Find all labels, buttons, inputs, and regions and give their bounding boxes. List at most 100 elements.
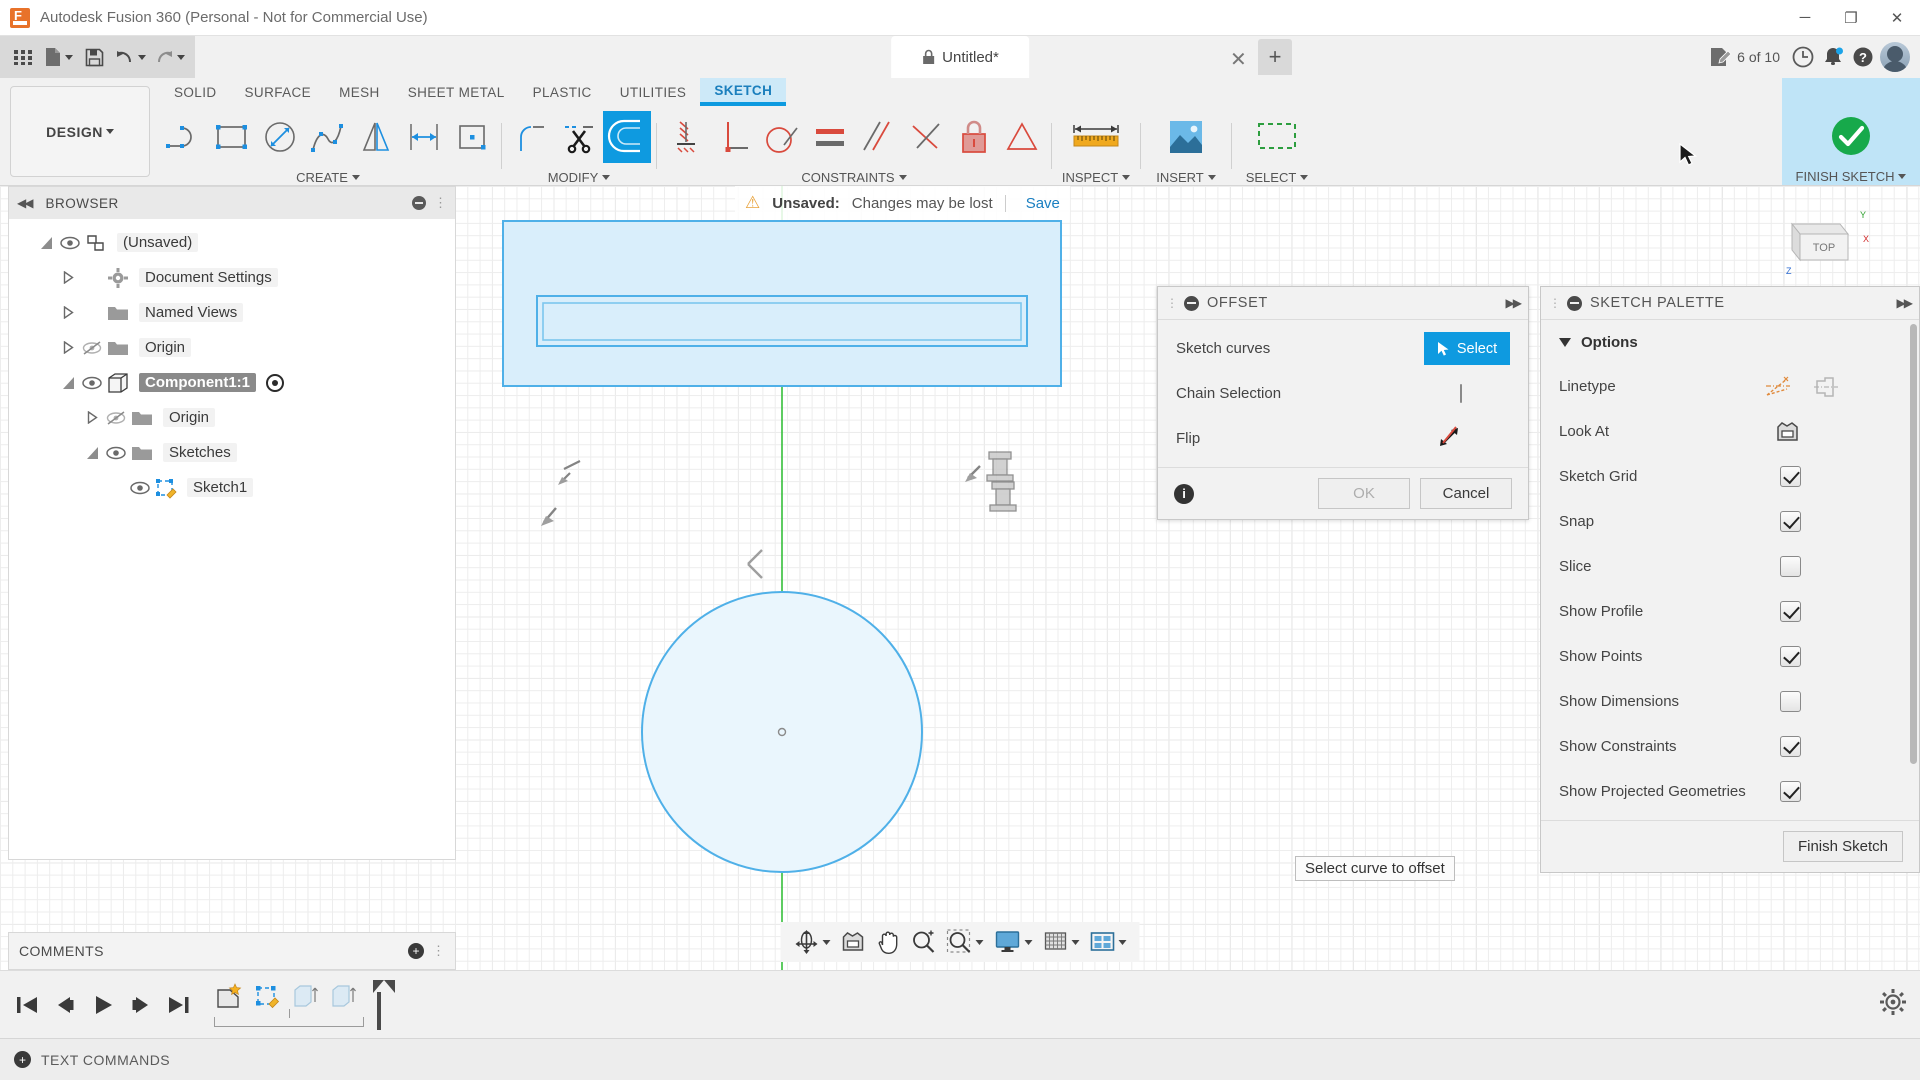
snap-checkbox[interactable]: [1780, 511, 1801, 532]
dimension-tool-button[interactable]: [400, 111, 448, 163]
construction-line-icon[interactable]: [1765, 375, 1791, 399]
timeline-feature-sketch[interactable]: [248, 977, 286, 1017]
file-menu-button[interactable]: [40, 40, 77, 74]
show-points-checkbox[interactable]: [1780, 646, 1801, 667]
expand-right-icon[interactable]: ▶▶: [1897, 296, 1911, 310]
tree-item-sketch1[interactable]: Sketch1: [9, 470, 455, 505]
tab-plastic[interactable]: PLASTIC: [519, 78, 606, 106]
expand-triangle-closed[interactable]: [57, 341, 79, 354]
tab-sketch[interactable]: SKETCH: [700, 78, 786, 106]
look-at-icon[interactable]: [1775, 420, 1801, 444]
flip-icon[interactable]: [1438, 424, 1464, 448]
visibility-icon[interactable]: [127, 481, 153, 495]
visibility-off-icon[interactable]: [79, 340, 105, 356]
orbit-button[interactable]: [789, 925, 836, 959]
undo-button[interactable]: [111, 40, 150, 74]
fix-constraint-button[interactable]: [950, 111, 998, 163]
expand-triangle-closed[interactable]: [81, 411, 103, 424]
redo-button[interactable]: [150, 40, 189, 74]
select-button[interactable]: Select: [1424, 332, 1510, 365]
save-link[interactable]: Save: [1005, 195, 1060, 212]
avatar[interactable]: [1880, 42, 1910, 72]
grid-snap-button[interactable]: [1038, 925, 1085, 959]
insert-tool-button[interactable]: [1146, 111, 1226, 163]
select-tool-button[interactable]: [1237, 111, 1317, 163]
step-back-button[interactable]: [46, 985, 84, 1025]
offset-tool-button[interactable]: [603, 111, 651, 163]
mirror-tool-button[interactable]: [352, 111, 400, 163]
step-forward-button[interactable]: [122, 985, 160, 1025]
save-button[interactable]: [77, 40, 111, 74]
tree-item-named-views[interactable]: Named Views: [9, 295, 455, 330]
expand-triangle-closed[interactable]: [57, 271, 79, 284]
go-to-end-button[interactable]: [160, 985, 198, 1025]
tab-sheet-metal[interactable]: SHEET METAL: [394, 78, 519, 106]
visibility-off-icon[interactable]: [103, 410, 129, 426]
show-profile-checkbox[interactable]: [1780, 601, 1801, 622]
add-comment-button[interactable]: +: [408, 943, 424, 959]
tab-utilities[interactable]: UTILITIES: [606, 78, 701, 106]
equal-constraint-button[interactable]: [806, 111, 854, 163]
comments-panel[interactable]: COMMENTS + ⋮: [8, 932, 456, 970]
circle-tool-button[interactable]: [256, 111, 304, 163]
tree-item-origin-component[interactable]: Origin: [9, 400, 455, 435]
create-menu-label[interactable]: CREATE: [160, 168, 496, 186]
tree-item-sketches[interactable]: Sketches: [9, 435, 455, 470]
spline-tool-button[interactable]: [304, 111, 352, 163]
look-at-button[interactable]: [836, 925, 872, 959]
expand-right-icon[interactable]: ▶▶: [1506, 296, 1520, 310]
visibility-icon[interactable]: [79, 376, 105, 390]
expand-triangle-closed[interactable]: [57, 306, 79, 319]
minimize-button[interactable]: ─: [1782, 0, 1828, 36]
finish-sketch-label[interactable]: FINISH SKETCH: [1782, 167, 1920, 185]
slice-checkbox[interactable]: [1780, 556, 1801, 577]
close-button[interactable]: ✕: [1874, 0, 1920, 36]
document-tab[interactable]: Untitled*: [891, 36, 1029, 78]
options-section-header[interactable]: Options: [1541, 320, 1919, 364]
expand-triangle-open[interactable]: [81, 447, 103, 459]
rectangular-pattern-button[interactable]: [448, 111, 496, 163]
show-data-panel-button[interactable]: [6, 40, 40, 74]
show-constraints-checkbox[interactable]: [1780, 736, 1801, 757]
insert-menu-label[interactable]: INSERT: [1146, 168, 1226, 186]
timeline-settings-button[interactable]: [1880, 989, 1906, 1020]
palette-grip[interactable]: ⋮: [1549, 296, 1561, 310]
minimize-panel-icon[interactable]: [412, 196, 426, 210]
cancel-button[interactable]: Cancel: [1420, 478, 1512, 509]
timeline-feature-extrude-1[interactable]: [286, 977, 324, 1017]
display-settings-button[interactable]: [989, 925, 1038, 959]
inspect-menu-label[interactable]: INSPECT: [1057, 168, 1135, 186]
pan-button[interactable]: [872, 925, 906, 959]
parallel-constraint-button[interactable]: [854, 111, 902, 163]
expand-triangle-open[interactable]: [57, 377, 79, 389]
tab-mesh[interactable]: MESH: [325, 78, 394, 106]
midpoint-constraint-button[interactable]: [902, 111, 950, 163]
finish-sketch-palette-button[interactable]: Finish Sketch: [1783, 831, 1903, 862]
fit-button[interactable]: [942, 925, 989, 959]
close-tab-button[interactable]: ✕: [1230, 47, 1247, 72]
tab-solid[interactable]: SOLID: [160, 78, 231, 106]
tangent-constraint-button[interactable]: [758, 111, 806, 163]
timeline-feature-new-component[interactable]: [210, 977, 248, 1017]
select-menu-label[interactable]: SELECT: [1237, 168, 1317, 186]
add-icon[interactable]: +: [14, 1051, 31, 1068]
new-tab-button[interactable]: +: [1258, 39, 1292, 75]
collapse-left-icon[interactable]: ◀◀: [17, 196, 31, 210]
panel-grip[interactable]: ⋮: [432, 943, 445, 959]
tab-surface[interactable]: SURFACE: [231, 78, 326, 106]
view-cube[interactable]: TOP Y X Z: [1770, 202, 1860, 272]
rectangle-tool-button[interactable]: [208, 111, 256, 163]
collapse-icon[interactable]: [1184, 296, 1199, 311]
collapse-icon[interactable]: [1567, 296, 1582, 311]
sketch-grid-checkbox[interactable]: [1780, 466, 1801, 487]
history-button[interactable]: [1790, 44, 1816, 70]
show-dimensions-checkbox[interactable]: [1780, 691, 1801, 712]
measure-tool-button[interactable]: [1057, 111, 1135, 163]
activate-component-button[interactable]: [266, 374, 284, 392]
finish-sketch-button[interactable]: [1816, 110, 1886, 162]
constraints-menu-label[interactable]: CONSTRAINTS: [662, 168, 1046, 186]
line-tool-button[interactable]: [160, 111, 208, 163]
info-icon[interactable]: i: [1174, 484, 1194, 504]
notifications-button[interactable]: [1820, 44, 1846, 70]
panel-grip[interactable]: ⋮: [434, 195, 447, 211]
